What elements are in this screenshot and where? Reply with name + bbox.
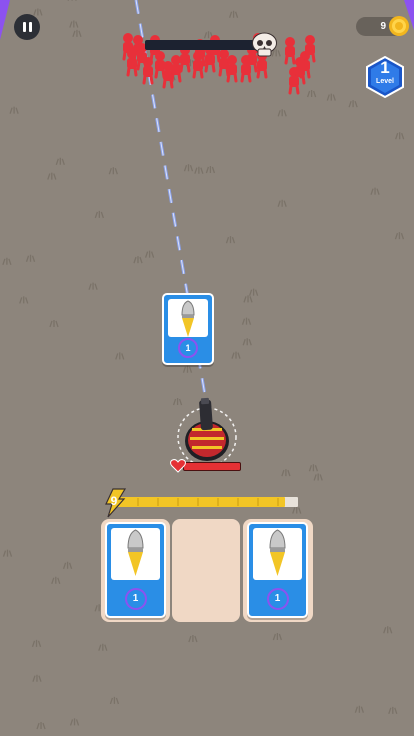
- grass-tuft: [188, 635, 198, 643]
- grass-tuft: [272, 633, 282, 641]
- level-label: Level: [376, 78, 394, 85]
- deck-slot-empty[interactable]: [172, 519, 240, 622]
- grass-tuft: [115, 352, 125, 360]
- pause-button[interactable]: [14, 14, 40, 40]
- grass-tuft: [144, 250, 155, 258]
- boss-health-bar: [145, 40, 258, 50]
- grass-tuft: [308, 464, 319, 472]
- grass-tuft: [277, 109, 287, 117]
- turret-muzzle: [200, 397, 210, 405]
- enemy: [170, 55, 182, 83]
- card-level-badge: 1: [178, 338, 198, 358]
- grass-tuft: [205, 166, 216, 174]
- grass-tuft: [281, 469, 291, 477]
- grass-tuft: [19, 296, 29, 304]
- card-level-badge: 1: [266, 588, 289, 610]
- enemy: [226, 55, 238, 83]
- turret-stripe: [190, 437, 224, 440]
- grass-tuft: [31, 639, 42, 648]
- coin-count: 9: [380, 21, 386, 32]
- grass-tuft: [395, 132, 405, 140]
- enemy: [126, 49, 138, 77]
- card-level-badge: 1: [124, 588, 147, 610]
- grass-tuft: [370, 187, 380, 195]
- grass-tuft: [326, 93, 336, 101]
- grass-tuft: [354, 705, 364, 713]
- grass-tuft: [292, 506, 302, 514]
- skull-icon: [252, 32, 277, 57]
- grass-tuft: [225, 236, 236, 244]
- grass-tuft: [388, 706, 398, 715]
- battlefield: [0, 0, 414, 730]
- grass-tuft: [49, 319, 59, 328]
- pause-icon: [22, 22, 26, 32]
- player-turret: [177, 397, 237, 467]
- grass-tuft: [183, 164, 194, 172]
- grass-tuft: [182, 365, 193, 373]
- heart-icon: [170, 459, 186, 473]
- coin-icon: [389, 16, 409, 36]
- xp-bar-ticks: [137, 498, 279, 506]
- grass-tuft: [194, 166, 204, 174]
- grass-tuft: [33, 8, 43, 16]
- xp-level-number: 9: [110, 494, 118, 508]
- grass-tuft: [69, 718, 80, 726]
- grass-tuft: [243, 295, 253, 303]
- player-health-fill: [184, 463, 240, 470]
- upgrade-card[interactable]: 1: [247, 522, 308, 618]
- grass-tuft: [94, 210, 104, 219]
- grass-tuft: [55, 157, 65, 165]
- turret-stripe: [192, 446, 222, 449]
- enemy: [240, 55, 252, 83]
- grass-tuft: [231, 351, 241, 359]
- grass-tuft: [67, 0, 77, 1]
- grass-tuft: [394, 232, 405, 240]
- grass-tuft: [313, 473, 323, 481]
- grass-tuft: [108, 167, 118, 175]
- pause-icon: [28, 22, 32, 32]
- grass-tuft: [277, 199, 287, 207]
- grass-tuft: [2, 257, 12, 266]
- grass-tuft: [109, 696, 120, 705]
- upgrade-card[interactable]: 1: [105, 522, 166, 618]
- grass-tuft: [9, 106, 19, 114]
- dropped-upgrade-card[interactable]: 1: [162, 293, 214, 365]
- enemy: [304, 35, 316, 63]
- grass-tuft: [69, 20, 79, 28]
- enemy: [284, 37, 296, 65]
- enemy: [294, 57, 306, 85]
- grass-tuft: [133, 256, 143, 264]
- level-number: 1: [380, 58, 390, 77]
- grass-tuft: [249, 288, 259, 296]
- grass-tuft: [62, 561, 73, 570]
- grass-tuft: [25, 254, 36, 262]
- grass-tuft: [348, 100, 358, 108]
- grass-tuft: [242, 338, 252, 346]
- turret-barrel: [199, 399, 213, 431]
- grass-tuft: [172, 398, 183, 406]
- grass-tuft: [36, 722, 46, 730]
- grass-tuft: [306, 90, 317, 98]
- grass-tuft: [51, 576, 61, 585]
- grass-tuft: [383, 626, 393, 634]
- grass-tuft: [241, 317, 252, 325]
- grass-tuft: [98, 643, 108, 651]
- grass-tuft: [88, 282, 98, 290]
- grass-tuft: [32, 674, 42, 682]
- grass-tuft: [72, 29, 82, 38]
- grass-tuft: [228, 10, 239, 18]
- edge-decoration: [0, 0, 10, 40]
- grass-tuft: [2, 549, 13, 557]
- grass-tuft: [47, 172, 57, 180]
